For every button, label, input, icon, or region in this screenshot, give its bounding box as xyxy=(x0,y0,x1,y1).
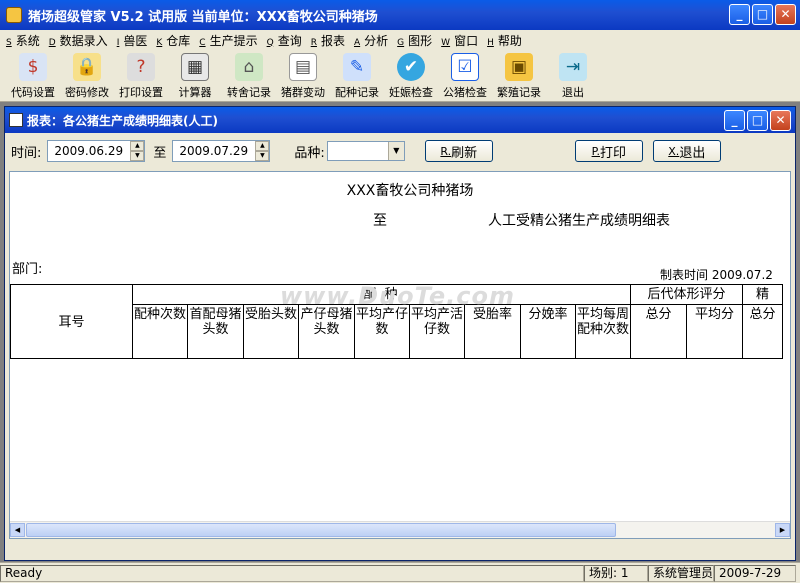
breeding-icon: ✎ xyxy=(343,53,371,81)
calculator-icon: ▦ xyxy=(181,53,209,81)
toolbar-boar-check-button[interactable]: ☑ 公猪检查 xyxy=(438,50,492,101)
code-settings-icon: $ xyxy=(19,53,47,81)
header-col: 总分 xyxy=(742,304,783,359)
filter-bar: 时间: 2009.06.29 ▲ ▼ 至 2009.07.29 ▲ ▼ 品种: ▼ … xyxy=(5,133,795,169)
toolbar-breeding-record-button[interactable]: ▣ 繁殖记录 xyxy=(492,50,546,101)
menu-warehouse[interactable]: K 仓库 xyxy=(156,32,190,49)
scroll-right-arrow[interactable]: ▶ xyxy=(775,523,790,537)
to-label: 至 xyxy=(153,145,167,161)
toolbar-breeding-button[interactable]: ✎ 配种记录 xyxy=(330,50,384,101)
refresh-button[interactable]: R. 刷新 xyxy=(424,140,493,162)
report-minimize-button[interactable]: _ xyxy=(724,110,745,131)
header-col: 平均分 xyxy=(686,304,743,359)
record-icon: ▣ xyxy=(505,53,533,81)
menu-query[interactable]: Q 查询 xyxy=(267,32,302,49)
header-col: 分娩率 xyxy=(520,304,576,359)
header-col: 平均产活仔数 xyxy=(409,304,465,359)
report-window-icon xyxy=(9,113,23,127)
report-preview: XXX畜牧公司种猪场 至 人工受精公猪生产成绩明细表 部门: 制表时间 2009… xyxy=(9,171,791,539)
horizontal-scrollbar[interactable]: ◀ ▶ xyxy=(10,521,790,538)
print-button[interactable]: P. 打印 xyxy=(574,140,643,162)
date-from-down[interactable]: ▼ xyxy=(130,151,145,161)
menu-bar: S 系统 D 数据录入 I 兽医 K 仓库 C 生产提示 Q 查询 R 报表 A 分析 G 图形 … xyxy=(0,30,800,50)
house-icon: ⌂ xyxy=(235,53,263,81)
header-col: 受胎率 xyxy=(464,304,521,359)
menu-system[interactable]: S 系统 xyxy=(6,32,40,49)
header-offspring-group: 后代体形评分 xyxy=(630,284,743,305)
menu-analysis[interactable]: A 分析 xyxy=(354,32,388,49)
header-col: 受胎头数 xyxy=(243,304,299,359)
watermark: www.DuoTe.com xyxy=(280,282,515,310)
toolbar-print-settings-button[interactable]: ? 打印设置 xyxy=(114,50,168,101)
status-farm: 场别: 1 xyxy=(584,564,648,582)
scroll-left-arrow[interactable]: ◀ xyxy=(10,523,25,537)
toolbar-transfer-button[interactable]: ⌂ 转舍记录 xyxy=(222,50,276,101)
report-org: XXX畜牧公司种猪场 xyxy=(346,183,474,199)
menu-graphics[interactable]: G 图形 xyxy=(397,32,432,49)
menu-window[interactable]: W 窗口 xyxy=(441,32,478,49)
report-maximize-button[interactable]: □ xyxy=(747,110,768,131)
header-col: 总分 xyxy=(630,304,687,359)
report-close-button[interactable]: ✕ xyxy=(770,110,791,131)
breed-dropdown-arrow[interactable]: ▼ xyxy=(387,142,404,160)
close-button[interactable]: ✕ xyxy=(775,4,796,25)
pig-app-icon xyxy=(6,7,22,23)
toolbar-herd-change-button[interactable]: ▤ 猪群变动 xyxy=(276,50,330,101)
minimize-button[interactable]: _ xyxy=(729,4,750,25)
document-icon: ▤ xyxy=(289,53,317,81)
menu-data-entry[interactable]: D 数据录入 xyxy=(49,32,108,49)
app-title-bar[interactable]: 猪场超级管家 V5.2 试用版 当前单位：XXX畜牧公司种猪场 _ □ ✕ xyxy=(0,0,800,30)
mdi-area: 报表：各公猪生产成绩明细表(人工) _ □ ✕ 时间: 2009.06.29 ▲… xyxy=(0,102,800,562)
header-ear-number: 耳号 xyxy=(10,284,133,359)
toolbar: $ 代码设置 🔒 密码修改 ? 打印设置 ▦ 计算器 ⌂ 转舍记录 ▤ 猪群变动… xyxy=(0,50,800,102)
maximize-button[interactable]: □ xyxy=(752,4,773,25)
exit-report-button[interactable]: X. 退出 xyxy=(652,140,721,162)
check-icon: ✔ xyxy=(397,53,425,81)
date-to-down[interactable]: ▼ xyxy=(255,151,270,161)
lock-icon: 🔒 xyxy=(73,53,101,81)
report-window-title-bar[interactable]: 报表：各公猪生产成绩明细表(人工) _ □ ✕ xyxy=(5,107,795,133)
status-user: 系统管理员 xyxy=(648,564,714,582)
app-title: 猪场超级管家 V5.2 试用版 当前单位：XXX畜牧公司种猪场 xyxy=(28,9,378,25)
inspect-icon: ☑ xyxy=(451,53,479,81)
report-name: 人工受精公猪生产成绩明细表 xyxy=(488,213,670,229)
exit-icon: ⇥ xyxy=(559,53,587,81)
status-date: 2009-7-29 xyxy=(714,564,796,582)
made-time: 制表时间 2009.07.2 xyxy=(660,268,773,282)
date-from-up[interactable]: ▲ xyxy=(130,141,145,151)
header-col: 平均每周配种次数 xyxy=(575,304,631,359)
report-to: 至 xyxy=(373,213,387,229)
printer-icon: ? xyxy=(127,53,155,81)
header-col: 配种次数 xyxy=(132,304,188,359)
header-col: 平均产仔数 xyxy=(354,304,410,359)
report-window-title: 报表：各公猪生产成绩明细表(人工) xyxy=(27,113,218,128)
breed-select[interactable]: ▼ xyxy=(326,141,405,161)
date-to-up[interactable]: ▲ xyxy=(255,141,270,151)
report-window: 报表：各公猪生产成绩明细表(人工) _ □ ✕ 时间: 2009.06.29 ▲… xyxy=(4,106,796,561)
header-col: 首配母猪头数 xyxy=(187,304,244,359)
menu-reports[interactable]: R 报表 xyxy=(311,32,345,49)
toolbar-code-settings-button[interactable]: $ 代码设置 xyxy=(6,50,60,101)
toolbar-pregnancy-button[interactable]: ✔ 妊娠检查 xyxy=(384,50,438,101)
breed-label: 品种: xyxy=(294,145,325,161)
menu-production-tips[interactable]: C 生产提示 xyxy=(199,32,257,49)
toolbar-exit-button[interactable]: ⇥ 退出 xyxy=(546,50,600,101)
header-cut-group: 精 xyxy=(742,284,783,305)
date-from-picker[interactable]: 2009.06.29 ▲ ▼ xyxy=(47,140,146,162)
menu-vet[interactable]: I 兽医 xyxy=(117,32,148,49)
time-label: 时间: xyxy=(11,145,42,161)
status-bar: Ready 场别: 1 系统管理员 2009-7-29 xyxy=(0,562,800,583)
toolbar-password-button[interactable]: 🔒 密码修改 xyxy=(60,50,114,101)
toolbar-calculator-button[interactable]: ▦ 计算器 xyxy=(168,50,222,101)
scroll-thumb[interactable] xyxy=(26,523,616,537)
header-col: 产仔母猪头数 xyxy=(298,304,355,359)
status-ready: Ready xyxy=(0,564,584,582)
department-label: 部门: xyxy=(12,262,43,277)
date-to-picker[interactable]: 2009.07.29 ▲ ▼ xyxy=(172,140,271,162)
menu-help[interactable]: H 帮助 xyxy=(487,32,522,49)
